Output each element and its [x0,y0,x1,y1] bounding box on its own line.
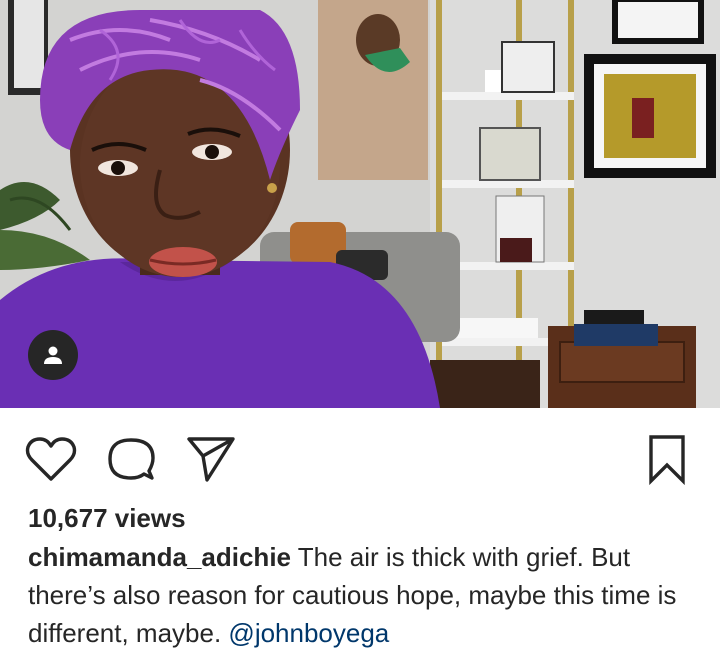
save-button[interactable] [640,432,694,486]
comment-button[interactable] [104,432,158,486]
video-frame [0,0,720,408]
action-bar [0,408,720,500]
tagged-users-button[interactable] [28,330,78,380]
post-caption: chimamanda_adichie The air is thick with… [28,538,700,652]
caption-mention[interactable]: @johnboyega [228,618,389,648]
share-button[interactable] [184,432,238,486]
post-video[interactable] [0,0,720,408]
caption-username[interactable]: chimamanda_adichie [28,542,291,572]
person-icon [44,346,62,364]
instagram-post: 10,677 views chimamanda_adichie The air … [0,0,720,664]
bookmark-outline-icon [649,435,685,485]
speech-bubble-icon [108,438,155,480]
view-count[interactable]: 10,677 views [28,500,186,536]
heart-outline-icon [25,437,77,481]
paper-plane-icon [187,437,235,482]
like-button[interactable] [24,432,78,486]
